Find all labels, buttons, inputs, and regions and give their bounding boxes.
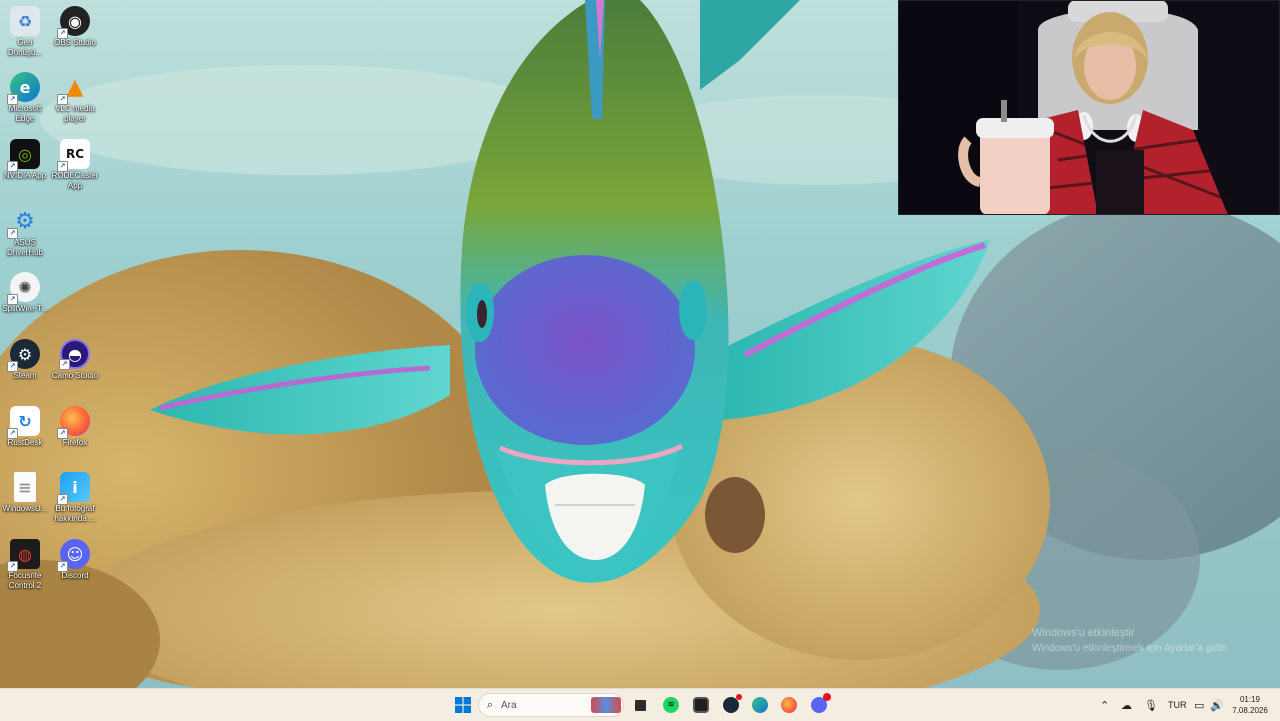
windows-logo-icon xyxy=(455,697,471,713)
photo-info-icon: i ↗ xyxy=(57,472,90,505)
desktop-icon-firefox[interactable]: ↗ Firefox xyxy=(50,402,100,448)
desktop-icon-edge[interactable]: e ↗ Microsoft Edge xyxy=(0,68,50,124)
vlc-icon: ▲ ↗ xyxy=(57,72,90,105)
desktop-icon-label: VLC media player xyxy=(55,104,95,123)
search-highlight-image xyxy=(591,697,621,713)
task-view-button[interactable] xyxy=(628,693,652,717)
taskbar-steam[interactable] xyxy=(719,693,743,717)
start-button[interactable] xyxy=(451,693,475,717)
splitwire-icon: ✺ ↗ xyxy=(7,272,40,305)
desktop-icon-label: Focusrite Control 2 xyxy=(8,571,42,590)
monitor-network-icon: ▭ xyxy=(1194,698,1205,712)
obs-icon xyxy=(693,697,709,713)
desktop-icon-label: Firefox xyxy=(62,438,88,447)
desktop-icon-label: OBS Studio xyxy=(54,38,96,47)
desktop-icon-obs-studio[interactable]: ◉ ↗ OBS Studio xyxy=(50,2,100,48)
cloud-offline-icon: ☁ xyxy=(1121,698,1132,712)
desktop-icon-label: Microsoft Edge xyxy=(8,104,42,123)
recycle-bin-icon: ♻ xyxy=(10,6,40,36)
taskbar-discord[interactable] xyxy=(807,693,831,717)
tray-network[interactable]: ☁ xyxy=(1121,689,1132,721)
desktop-icon-label: SplitWire-T... xyxy=(2,304,48,313)
search-placeholder: Ara xyxy=(501,699,517,711)
desktop-icon-label: Camo Studio xyxy=(51,371,99,380)
document-icon: ≡ xyxy=(14,472,36,502)
discord-badge xyxy=(823,693,831,701)
desktop-icon-discord[interactable]: ☺ ↗ Discord xyxy=(50,535,100,581)
desktop-icon-label: RODECaster App xyxy=(51,171,99,190)
obs-icon: ◉ ↗ xyxy=(57,6,90,39)
tray-microphone[interactable]: 🎙 xyxy=(1144,689,1158,721)
notification-dot xyxy=(736,694,742,700)
desktop-icon-label: WindowsU... xyxy=(2,504,48,513)
focusrite-icon: ◍ ↗ xyxy=(7,539,40,572)
microphone-icon: 🎙 xyxy=(1144,698,1158,712)
taskbar-search-box[interactable]: ⌕ Ara xyxy=(478,693,624,717)
desktop-icon-focusrite[interactable]: ◍ ↗ Focusrite Control 2 xyxy=(0,535,50,591)
clock-date: 7.08.2026 xyxy=(1232,706,1268,715)
task-view-icon xyxy=(634,699,646,711)
desktop-icon-label: RustDesk xyxy=(7,438,43,447)
tray-volume[interactable]: 🔊 xyxy=(1210,689,1224,721)
desktop-icon-label: Geri Dönüşü... xyxy=(7,38,43,57)
edge-icon: e ↗ xyxy=(7,72,40,105)
desktop-icon-grid: ♻ Geri Dönüşü... ◉ ↗ OBS Studio e ↗ Micros… xyxy=(0,0,110,688)
desktop-icon-camo-studio[interactable]: ◓ ↗ Camo Studio xyxy=(50,335,100,381)
desktop-icon-splitwire[interactable]: ✺ ↗ SplitWire-T... xyxy=(0,268,50,314)
desktop-icon-nvidia[interactable]: ◎ ↗ NVIDIA App xyxy=(0,135,50,181)
taskbar-edge[interactable] xyxy=(748,693,772,717)
desktop-icon-label: Steam xyxy=(13,371,37,380)
nvidia-icon: ◎ ↗ xyxy=(7,139,40,172)
activation-watermark-title: Windows'u etkinleştir xyxy=(1032,627,1135,639)
tray-overflow-button[interactable]: ⌃ xyxy=(1100,689,1109,721)
rustdesk-icon: ↻ ↗ xyxy=(7,406,40,439)
edge-icon xyxy=(752,697,768,713)
desktop-icon-photo-info[interactable]: i ↗ Bu fotoğraf hakkında ... xyxy=(50,468,100,524)
taskbar-clock[interactable]: 01:19 7.08.2026 xyxy=(1228,694,1272,716)
steam-icon: ⚙ ↗ xyxy=(7,339,40,372)
discord-icon: ☺ ↗ xyxy=(57,539,90,572)
taskbar-spotify[interactable]: ≋ xyxy=(659,693,683,717)
webcam-feed xyxy=(898,0,1280,215)
firefox-icon xyxy=(781,697,797,713)
desktop-icon-rustdesk[interactable]: ↻ ↗ RustDesk xyxy=(0,402,50,448)
speaker-icon: 🔊 xyxy=(1210,698,1224,712)
tray-language[interactable]: TUR xyxy=(1168,689,1187,721)
taskbar: ⌕ Ara ≋ ⌃ ☁ 🎙 TUR ▭ 🔊 01:19 7.08.2026 xyxy=(0,688,1280,721)
tray-network-status[interactable]: ▭ xyxy=(1194,689,1204,721)
desktop-icon-label: ASUS DriverHub xyxy=(6,238,43,257)
webcam-overlay xyxy=(898,0,1280,215)
desktop-icon-vlc[interactable]: ▲ ↗ VLC media player xyxy=(50,68,100,124)
desktop-icon-rodecaster[interactable]: RC ↗ RODECaster App xyxy=(50,135,100,191)
desktop-icon-label: Discord xyxy=(61,571,89,580)
desktop-icon-asus-driverhub[interactable]: ⚙ ↗ ASUS DriverHub xyxy=(0,202,50,258)
taskbar-firefox[interactable] xyxy=(777,693,801,717)
chevron-up-icon: ⌃ xyxy=(1100,698,1110,712)
desktop-icon-windowsu[interactable]: ≡ WindowsU... xyxy=(0,468,50,514)
activation-watermark-subtitle: Windows'u etkinleştirmek için Ayarlar'a … xyxy=(1032,643,1230,654)
clock-time: 01:19 xyxy=(1239,695,1261,704)
desktop-icon-recycle-bin[interactable]: ♻ Geri Dönüşü... xyxy=(0,2,50,58)
rodecaster-icon: RC ↗ xyxy=(57,139,90,172)
asus-driverhub-icon: ⚙ ↗ xyxy=(7,206,40,239)
search-icon: ⌕ xyxy=(486,698,494,711)
camo-icon: ◓ ↗ xyxy=(59,339,90,370)
steam-icon xyxy=(723,694,742,713)
spotify-icon: ≋ xyxy=(663,697,679,713)
firefox-icon: ↗ xyxy=(57,406,90,439)
language-indicator: TUR xyxy=(1168,700,1187,710)
discord-icon xyxy=(811,693,831,713)
desktop-icon-steam[interactable]: ⚙ ↗ Steam xyxy=(0,335,50,381)
desktop-icon-label: Bu fotoğraf hakkında ... xyxy=(54,504,96,523)
taskbar-obs[interactable] xyxy=(689,693,713,717)
desktop-icon-label: NVIDIA App xyxy=(3,171,47,180)
